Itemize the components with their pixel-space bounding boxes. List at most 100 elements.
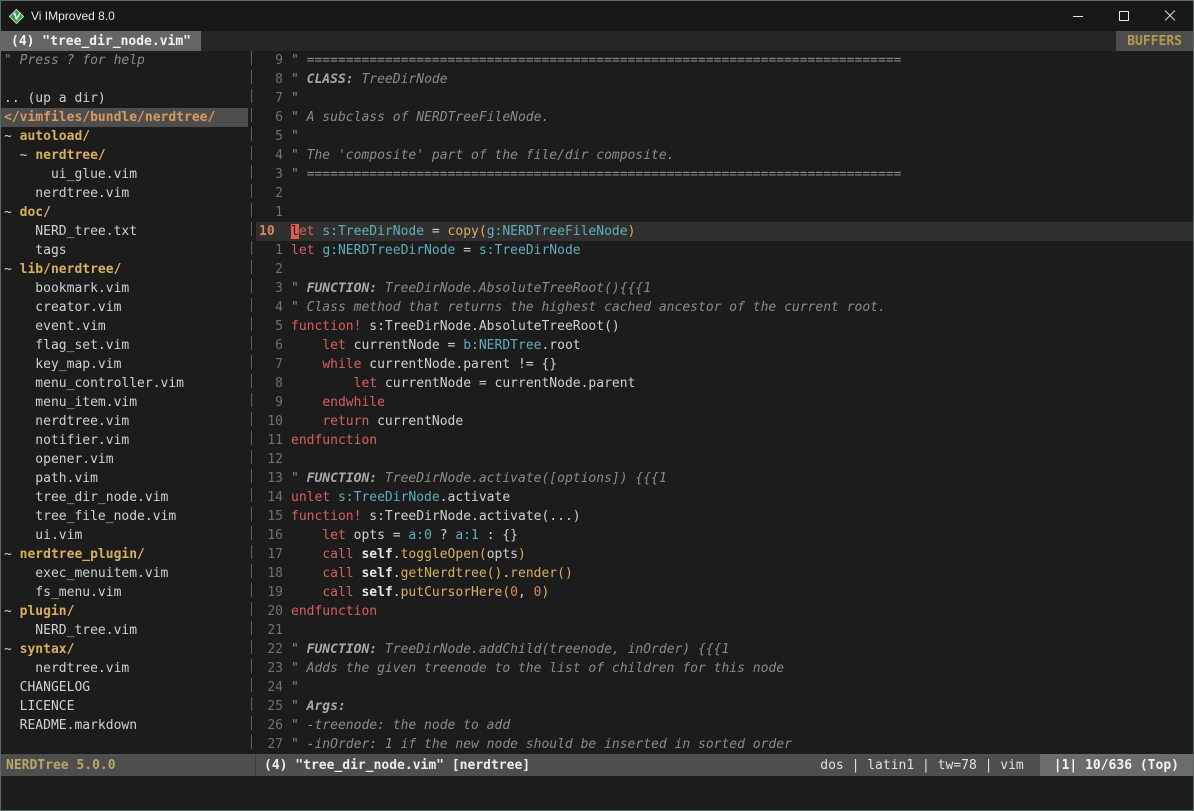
editor-line[interactable]: 10 return currentNode [256, 412, 1193, 431]
editor-line[interactable]: 6 let currentNode = b:NERDTree.root [256, 336, 1193, 355]
editor-line[interactable]: 1 [256, 203, 1193, 222]
nerdtree-row[interactable]: tags [1, 241, 248, 260]
editor-line[interactable]: 17 call self.toggleOpen(opts) [256, 545, 1193, 564]
line-number: 10 [256, 222, 291, 241]
nerdtree-row[interactable]: " Press ? for help [1, 51, 248, 70]
editor-line[interactable]: 8" CLASS: TreeDirNode [256, 70, 1193, 89]
nerdtree-row[interactable]: nerdtree.vim [1, 659, 248, 678]
close-button[interactable] [1147, 1, 1193, 31]
editor-line[interactable]: 9 endwhile [256, 393, 1193, 412]
nerdtree-row[interactable]: notifier.vim [1, 431, 248, 450]
nerdtree-row[interactable]: opener.vim [1, 450, 248, 469]
editor-line[interactable]: 3" FUNCTION: TreeDirNode.AbsoluteTreeRoo… [256, 279, 1193, 298]
editor-line[interactable]: 16 let opts = a:0 ? a:1 : {} [256, 526, 1193, 545]
nerdtree-row[interactable]: LICENCE [1, 697, 248, 716]
nerdtree-row[interactable]: tree_dir_node.vim [1, 488, 248, 507]
nerdtree-row[interactable]: tree_file_node.vim [1, 507, 248, 526]
nerdtree-row[interactable]: flag_set.vim [1, 336, 248, 355]
text-segment: key_map.vim [4, 357, 121, 372]
nerdtree-row[interactable]: .. (up a dir) [1, 89, 248, 108]
nerdtree-row[interactable]: nerdtree.vim [1, 412, 248, 431]
editor-line[interactable]: 5" [256, 127, 1193, 146]
window-separator[interactable] [248, 51, 256, 754]
editor-line[interactable]: 3" =====================================… [256, 165, 1193, 184]
nerdtree-row[interactable]: event.vim [1, 317, 248, 336]
nerdtree-row[interactable]: ~ autoload/ [1, 127, 248, 146]
text-segment: endfunction [291, 433, 377, 448]
editor-line[interactable]: 4" The 'composite' part of the file/dir … [256, 146, 1193, 165]
line-number: 21 [256, 621, 291, 640]
nerdtree-row[interactable]: ~ nerdtree/ [1, 146, 248, 165]
nerdtree-row[interactable]: key_map.vim [1, 355, 248, 374]
nerdtree-row[interactable]: CHANGELOG [1, 678, 248, 697]
line-number: 27 [256, 735, 291, 754]
editor-line[interactable]: 12 [256, 450, 1193, 469]
nerdtree-row[interactable]: ui_glue.vim [1, 165, 248, 184]
text-segment: return [322, 414, 369, 429]
nerdtree-row[interactable]: ~ lib/nerdtree/ [1, 260, 248, 279]
text-segment: opts [487, 547, 518, 562]
maximize-button[interactable] [1101, 1, 1147, 31]
nerdtree-row[interactable]: ~ syntax/ [1, 640, 248, 659]
tab-tree-dir-node[interactable]: (4) "tree_dir_node.vim" [1, 31, 201, 51]
text-segment [291, 338, 322, 353]
editor-line[interactable]: 18 call self.getNerdtree().render() [256, 564, 1193, 583]
nerdtree-row[interactable]: menu_item.vim [1, 393, 248, 412]
nerdtree-row[interactable]: ~ plugin/ [1, 602, 248, 621]
text-segment [291, 566, 322, 581]
line-number: 11 [256, 431, 291, 450]
nerdtree-row[interactable]: exec_menuitem.vim [1, 564, 248, 583]
nerdtree-row[interactable]: fs_menu.vim [1, 583, 248, 602]
editor-line[interactable]: 11endfunction [256, 431, 1193, 450]
text-segment: path.vim [4, 471, 98, 486]
line-number: 2 [256, 184, 291, 203]
nerdtree-row[interactable]: NERD_tree.vim [1, 621, 248, 640]
editor-line[interactable]: 10let s:TreeDirNode = copy(g:NERDTreeFil… [256, 222, 1193, 241]
editor-line[interactable]: 26" -treenode: the node to add [256, 716, 1193, 735]
nerdtree-row[interactable]: ui.vim [1, 526, 248, 545]
text-segment: " [291, 72, 307, 87]
editor-line[interactable]: 8 let currentNode = currentNode.parent [256, 374, 1193, 393]
text-segment: </vimfiles/bundle/nerdtree/ [4, 110, 215, 125]
editor-line[interactable]: 14unlet s:TreeDirNode.activate [256, 488, 1193, 507]
editor-panel[interactable]: 9" =====================================… [256, 51, 1193, 754]
nerdtree-panel[interactable]: " Press ? for help .. (up a dir) </vimfile… [1, 51, 248, 754]
nerdtree-row[interactable]: README.markdown [1, 716, 248, 735]
editor-line[interactable]: 22" FUNCTION: TreeDirNode.addChild(treen… [256, 640, 1193, 659]
text-segment: ) [541, 585, 549, 600]
editor-line[interactable]: 4" Class method that returns the highest… [256, 298, 1193, 317]
editor-line[interactable]: 7" [256, 89, 1193, 108]
nerdtree-row[interactable]: creator.vim [1, 298, 248, 317]
nerdtree-row[interactable]: nerdtree.vim [1, 184, 248, 203]
editor-line[interactable]: 27" -inOrder: 1 if the new node should b… [256, 735, 1193, 754]
editor-line[interactable]: 7 while currentNode.parent != {} [256, 355, 1193, 374]
nerdtree-row[interactable]: ~ doc/ [1, 203, 248, 222]
editor-line[interactable]: 6" A subclass of NERDTreeFileNode. [256, 108, 1193, 127]
editor-line[interactable]: 21 [256, 621, 1193, 640]
text-segment: ~ [4, 604, 20, 619]
text-segment: TreeDirNode.activate([options]) {{{1 [377, 471, 667, 486]
nerdtree-row[interactable]: </vimfiles/bundle/nerdtree/ [1, 108, 248, 127]
nerdtree-row[interactable]: menu_controller.vim [1, 374, 248, 393]
editor-line[interactable]: 5function! s:TreeDirNode.AbsoluteTreeRoo… [256, 317, 1193, 336]
nerdtree-row[interactable]: bookmark.vim [1, 279, 248, 298]
editor-line[interactable]: 23" Adds the given treenode to the list … [256, 659, 1193, 678]
editor-line[interactable]: 9" =====================================… [256, 51, 1193, 70]
nerdtree-row[interactable]: ~ nerdtree_plugin/ [1, 545, 248, 564]
editor-line[interactable]: 2 [256, 184, 1193, 203]
line-number: 9 [256, 51, 291, 70]
editor-statusline: (4) "tree_dir_node.vim" [nerdtree] dos |… [256, 754, 1193, 776]
editor-line[interactable]: 25" Args: [256, 697, 1193, 716]
editor-line[interactable]: 13" FUNCTION: TreeDirNode.activate([opti… [256, 469, 1193, 488]
nerdtree-row[interactable] [1, 70, 248, 89]
editor-line[interactable]: 1let g:NERDTreeDirNode = s:TreeDirNode [256, 241, 1193, 260]
editor-line[interactable]: 20endfunction [256, 602, 1193, 621]
editor-line[interactable]: 15function! s:TreeDirNode.activate(...) [256, 507, 1193, 526]
minimize-button[interactable] [1055, 1, 1101, 31]
nerdtree-row[interactable]: NERD_tree.txt [1, 222, 248, 241]
editor-line[interactable]: 24" [256, 678, 1193, 697]
nerdtree-row[interactable]: path.vim [1, 469, 248, 488]
text-segment: README.markdown [4, 718, 137, 733]
editor-line[interactable]: 2 [256, 260, 1193, 279]
editor-line[interactable]: 19 call self.putCursorHere(0, 0) [256, 583, 1193, 602]
